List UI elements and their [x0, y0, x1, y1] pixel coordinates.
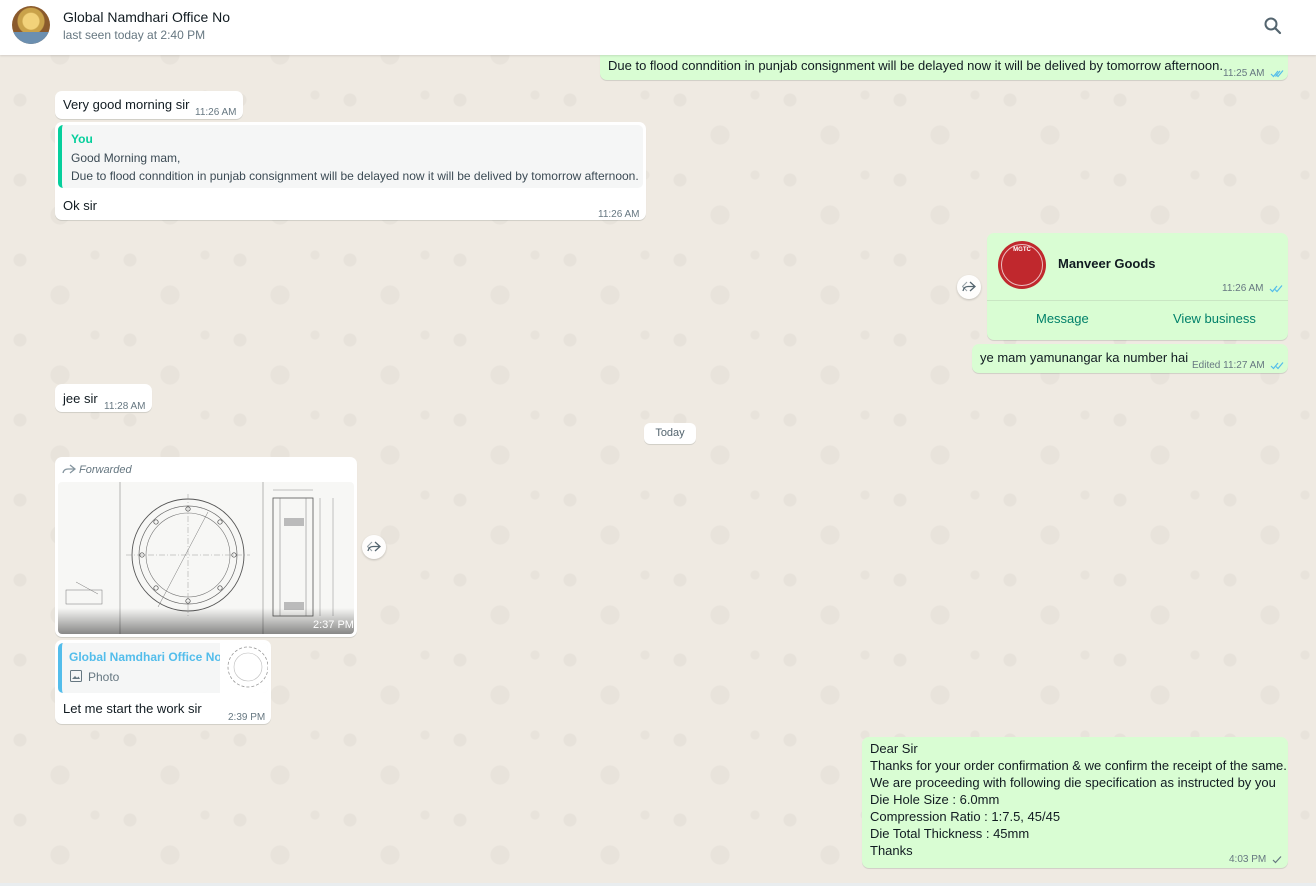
message-time-text: 11:25 AM — [1223, 68, 1265, 79]
business-avatar-label: MGTC — [1013, 247, 1031, 253]
forward-icon[interactable] — [957, 275, 981, 299]
message-line: Die Total Thickness : 45mm — [870, 826, 1030, 841]
message-incoming[interactable]: jee sir 11:28 AM — [55, 384, 152, 412]
quote-type: Photo — [88, 670, 120, 684]
message-line: Compression Ratio : 1:7.5, 45/45 — [870, 809, 1061, 824]
message-text: Due to flood conndition in punjab consig… — [608, 58, 1223, 73]
quote-author: You — [71, 132, 93, 146]
message-time-text: 11:27 AM — [1223, 360, 1265, 371]
message-time: 11:26 AM — [1222, 283, 1283, 294]
check-icon — [1272, 855, 1282, 864]
quote-line: Due to flood conndition in punjab consig… — [71, 169, 639, 183]
quoted-message[interactable]: You Good Morning mam, Due to flood connd… — [58, 125, 643, 188]
technical-drawing-image[interactable]: 2:37 PM — [58, 482, 354, 634]
search-icon[interactable] — [1262, 15, 1284, 37]
message-time: 2:39 PM — [228, 712, 266, 723]
quoted-message[interactable]: Global Namdhari Office No Photo — [58, 643, 268, 693]
message-time-text: 11:26 AM — [1222, 283, 1264, 294]
quote-thumbnail — [220, 643, 268, 693]
message-text: ye mam yamunangar ka number hai — [980, 350, 1189, 365]
message-outgoing[interactable]: ye mam yamunangar ka number hai Edited 1… — [972, 344, 1288, 373]
business-name: Manveer Goods — [1058, 256, 1156, 271]
message-text: Ok sir — [63, 198, 97, 213]
message-business-button[interactable]: Message — [1036, 311, 1089, 326]
message-line: Die Hole Size : 6.0mm — [870, 792, 1000, 807]
photo-icon — [70, 670, 82, 682]
message-line: Dear Sir — [870, 741, 918, 756]
message-text: Let me start the work sir — [63, 701, 202, 716]
double-check-icon — [1270, 69, 1284, 78]
message-time: 2:37 PM — [313, 619, 354, 631]
message-time: 11:26 AM — [598, 209, 640, 220]
contact-name[interactable]: Global Namdhari Office No — [63, 9, 230, 25]
contact-avatar[interactable] — [12, 6, 50, 44]
message-line: Thanks for your order confirmation & we … — [870, 758, 1287, 773]
message-outgoing[interactable]: Dear Sir Thanks for your order confirmat… — [862, 737, 1288, 868]
message-time: 11:26 AM — [195, 107, 237, 118]
contact-last-seen: last seen today at 2:40 PM — [63, 28, 206, 42]
edited-label: Edited — [1192, 360, 1221, 371]
message-incoming-reply[interactable]: Global Namdhari Office No Photo Let me s… — [55, 640, 271, 724]
message-incoming[interactable]: Very good morning sir 11:26 AM — [55, 91, 243, 119]
message-outgoing[interactable]: Due to flood conndition in punjab consig… — [600, 53, 1288, 80]
message-time: 4:03 PM — [1229, 851, 1282, 868]
message-line: Thanks — [870, 843, 913, 858]
message-time: 11:25 AM — [1223, 65, 1284, 82]
date-divider: Today — [644, 423, 696, 444]
divider — [987, 300, 1288, 301]
message-incoming-reply[interactable]: You Good Morning mam, Due to flood connd… — [55, 122, 646, 220]
business-avatar: MGTC — [998, 241, 1046, 289]
forwarded-label: Forwarded — [79, 464, 132, 476]
message-time: Edited 11:27 AM — [1192, 357, 1284, 374]
chat-header[interactable]: Global Namdhari Office No last seen toda… — [0, 0, 1316, 55]
forward-icon — [62, 464, 76, 474]
quote-author: Global Namdhari Office No — [69, 650, 222, 664]
view-business-button[interactable]: View business — [1173, 311, 1256, 326]
message-time-text: 4:03 PM — [1229, 854, 1267, 865]
quote-line: Good Morning mam, — [71, 151, 181, 165]
message-time: 11:28 AM — [104, 401, 146, 412]
forward-icon[interactable] — [362, 535, 386, 559]
message-text: jee sir — [63, 391, 98, 406]
message-line: We are proceeding with following die spe… — [870, 775, 1276, 790]
double-check-icon — [1269, 284, 1283, 293]
message-text: Very good morning sir — [63, 97, 190, 112]
double-check-icon — [1271, 361, 1284, 370]
